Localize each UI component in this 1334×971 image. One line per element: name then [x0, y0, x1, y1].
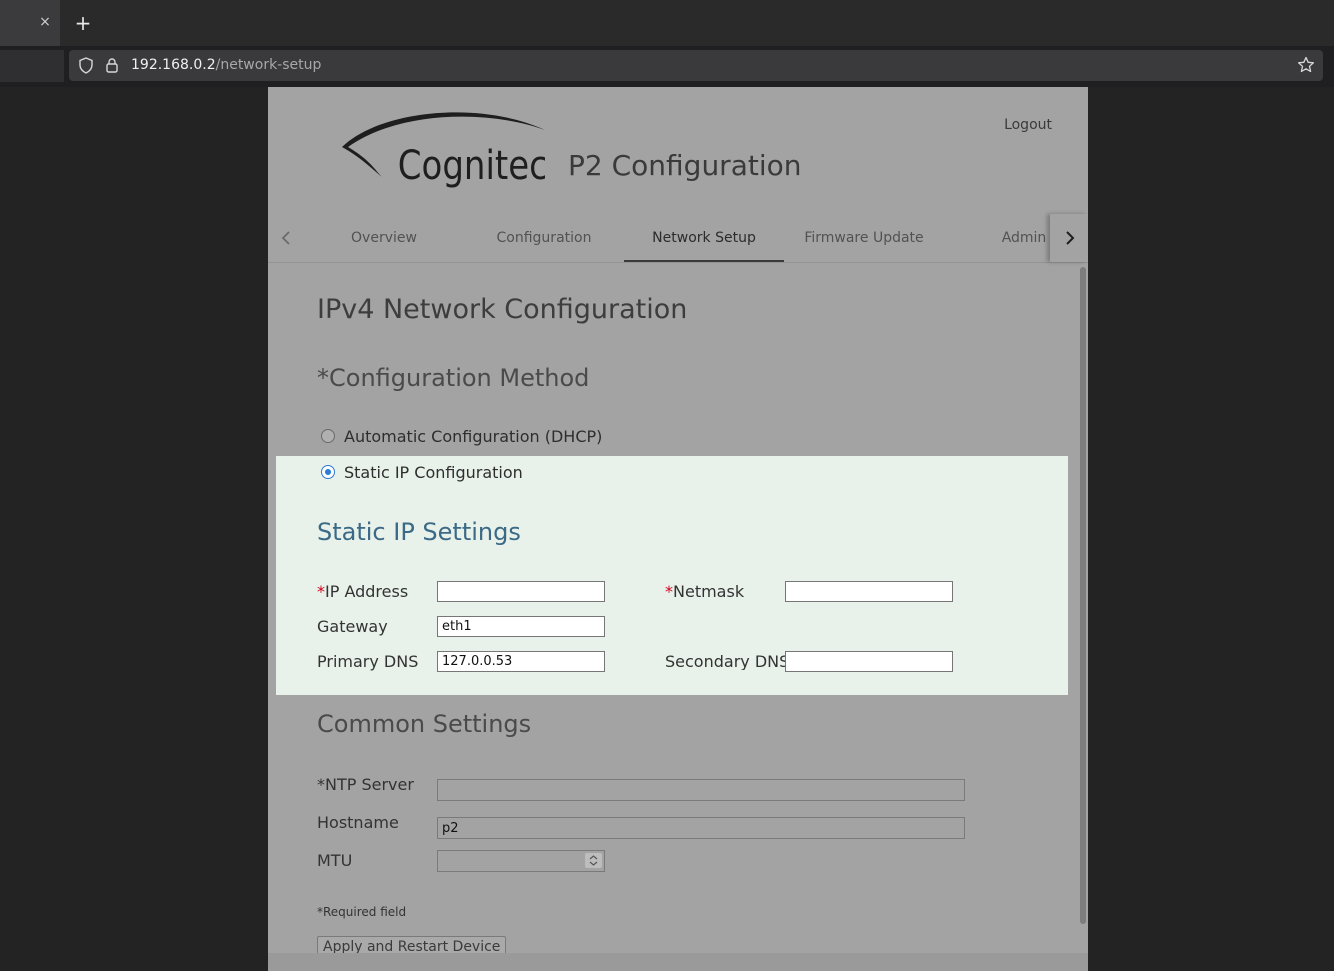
close-tab-icon[interactable]: × — [38, 14, 52, 30]
shield-icon[interactable] — [78, 57, 94, 74]
ntp-server-input[interactable] — [437, 779, 965, 801]
new-tab-button[interactable]: + — [74, 13, 92, 33]
secondary-dns-label: Secondary DNS — [665, 652, 785, 670]
hostname-input[interactable] — [437, 817, 965, 839]
radio-dhcp-button[interactable] — [321, 429, 335, 443]
required-note-text: Required field — [323, 905, 407, 919]
chevron-right-icon[interactable] — [1060, 228, 1080, 248]
browser-tab-bar: × + — [0, 0, 1334, 46]
static-ip-panel: Static IP Configuration Static IP Settin… — [276, 456, 1068, 695]
browser-tab[interactable]: × — [0, 0, 60, 46]
cognitec-logo: Cognitec — [342, 112, 545, 189]
url-host: 192.168.0.2 — [131, 57, 216, 73]
ntp-server-label: *NTP Server — [317, 775, 414, 794]
tab-bar: Overview Configuration Network Setup Fir… — [268, 214, 1088, 263]
primary-dns-label: Primary DNS — [317, 652, 419, 671]
configuration-method-title: *Configuration Method — [317, 364, 590, 392]
browser-nav-buttons[interactable] — [0, 50, 64, 82]
secondary-dns-label-clip: Secondary DNS — [665, 650, 785, 670]
number-stepper-icon[interactable] — [585, 853, 602, 868]
radio-static-button[interactable] — [321, 465, 335, 479]
tab-configuration[interactable]: Configuration — [464, 214, 624, 262]
mtu-label: MTU — [317, 851, 353, 870]
url-path: /network-setup — [215, 57, 322, 73]
bookmark-star-icon[interactable] — [1297, 56, 1315, 74]
gateway-input[interactable] — [437, 616, 605, 637]
radio-static[interactable]: Static IP Configuration — [321, 463, 523, 483]
required-field-note: *Required field — [317, 904, 406, 920]
required-mark: * — [317, 582, 325, 601]
ip-address-label: *IP Address — [317, 582, 409, 601]
hostname-label: Hostname — [317, 813, 399, 832]
required-mark: * — [665, 582, 673, 601]
logo-wordmark: Cognitec — [398, 142, 545, 188]
tab-overview[interactable]: Overview — [304, 214, 464, 262]
tab-scroll-next[interactable] — [1050, 214, 1088, 262]
netmask-input[interactable] — [785, 581, 953, 602]
mtu-input[interactable] — [437, 850, 605, 872]
browser-nav-bar: 192.168.0.2/network-setup — [0, 46, 1334, 87]
page-bottom-strip — [268, 953, 1088, 971]
static-ip-settings-title: Static IP Settings — [317, 518, 521, 546]
gateway-label: Gateway — [317, 617, 388, 636]
tab-firmware-update[interactable]: Firmware Update — [784, 214, 944, 262]
netmask-label: *Netmask — [665, 582, 745, 601]
tab-network-setup[interactable]: Network Setup — [624, 214, 784, 262]
primary-dns-input[interactable] — [437, 651, 605, 672]
common-settings-title: Common Settings — [317, 710, 532, 738]
section-title: IPv4 Network Configuration — [317, 294, 688, 325]
page-content: Cognitec P2 Configuration Logout Overvie… — [268, 87, 1088, 971]
ip-address-input[interactable] — [437, 581, 605, 602]
radio-static-label: Static IP Configuration — [344, 463, 523, 482]
address-bar[interactable]: 192.168.0.2/network-setup — [69, 50, 1323, 81]
chevron-left-icon[interactable] — [276, 228, 296, 248]
vertical-scrollbar[interactable] — [1080, 267, 1086, 924]
stepper-arrows-icon[interactable] — [585, 853, 602, 868]
url-text[interactable]: 192.168.0.2/network-setup — [131, 57, 321, 74]
secondary-dns-input[interactable] — [785, 651, 953, 672]
lock-icon[interactable] — [104, 57, 120, 74]
radio-dhcp[interactable]: Automatic Configuration (DHCP) — [321, 427, 602, 447]
page-title: P2 Configuration — [568, 149, 802, 182]
radio-dhcp-label: Automatic Configuration (DHCP) — [344, 427, 603, 446]
logout-link[interactable]: Logout — [1004, 115, 1052, 135]
